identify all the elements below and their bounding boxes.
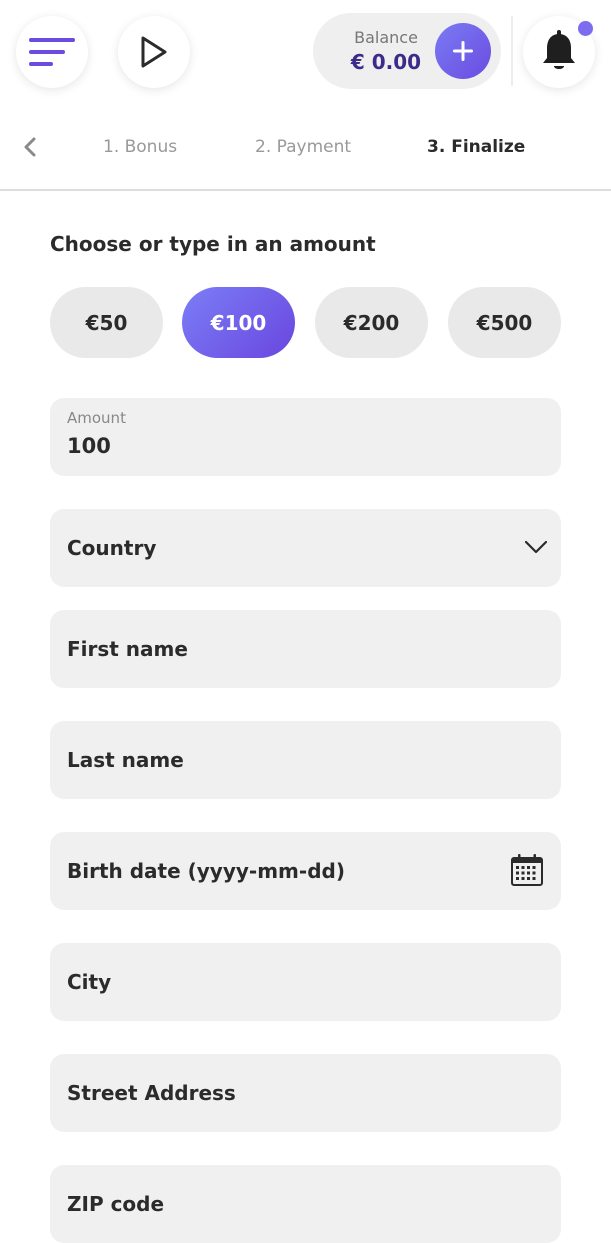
play-button[interactable] bbox=[118, 16, 190, 88]
amount-option-200[interactable]: €200 bbox=[315, 287, 428, 358]
plus-icon bbox=[453, 41, 473, 61]
back-button[interactable] bbox=[16, 133, 44, 161]
amount-option-100[interactable]: €100 bbox=[182, 287, 295, 358]
bell-icon bbox=[543, 30, 575, 69]
calendar-icon[interactable] bbox=[509, 852, 545, 888]
checkout-steps: 1. Bonus 2. Payment 3. Finalize bbox=[0, 115, 611, 191]
country-select[interactable]: Country bbox=[50, 509, 561, 587]
step-bonus[interactable]: 1. Bonus bbox=[103, 137, 177, 157]
last-name-input[interactable]: Last name bbox=[50, 721, 561, 799]
add-funds-button[interactable] bbox=[435, 23, 491, 79]
zip-code-input[interactable]: ZIP code bbox=[50, 1165, 561, 1243]
step-finalize[interactable]: 3. Finalize bbox=[427, 137, 525, 157]
street-address-label: Street Address bbox=[67, 1081, 236, 1105]
header-divider bbox=[511, 16, 513, 86]
balance-value: € 0.00 bbox=[350, 50, 422, 74]
chevron-left-icon bbox=[24, 137, 36, 157]
country-select-label: Country bbox=[67, 536, 157, 560]
first-name-label: First name bbox=[67, 637, 188, 661]
street-address-input[interactable]: Street Address bbox=[50, 1054, 561, 1132]
city-input[interactable]: City bbox=[50, 943, 561, 1021]
chevron-down-icon bbox=[524, 540, 548, 554]
balance-widget: Balance € 0.00 bbox=[313, 13, 501, 89]
birth-date-input[interactable]: Birth date (yyyy-mm-dd) bbox=[50, 832, 561, 910]
notification-badge bbox=[578, 21, 593, 36]
menu-button[interactable] bbox=[16, 16, 88, 88]
top-header: Balance € 0.00 bbox=[0, 0, 611, 105]
amount-section-title: Choose or type in an amount bbox=[50, 232, 376, 256]
amount-option-50[interactable]: €50 bbox=[50, 287, 163, 358]
zip-code-label: ZIP code bbox=[67, 1192, 165, 1216]
amount-input[interactable]: Amount 100 bbox=[50, 398, 561, 476]
play-icon bbox=[141, 36, 167, 68]
hamburger-menu-icon bbox=[29, 38, 75, 66]
city-label: City bbox=[67, 970, 112, 994]
last-name-label: Last name bbox=[67, 748, 184, 772]
step-payment[interactable]: 2. Payment bbox=[255, 137, 351, 157]
amount-option-500[interactable]: €500 bbox=[448, 287, 561, 358]
birth-date-label: Birth date (yyyy-mm-dd) bbox=[67, 859, 345, 883]
amount-input-value: 100 bbox=[67, 434, 111, 458]
amount-input-label: Amount bbox=[67, 409, 126, 427]
balance-label: Balance bbox=[354, 28, 418, 47]
first-name-input[interactable]: First name bbox=[50, 610, 561, 688]
